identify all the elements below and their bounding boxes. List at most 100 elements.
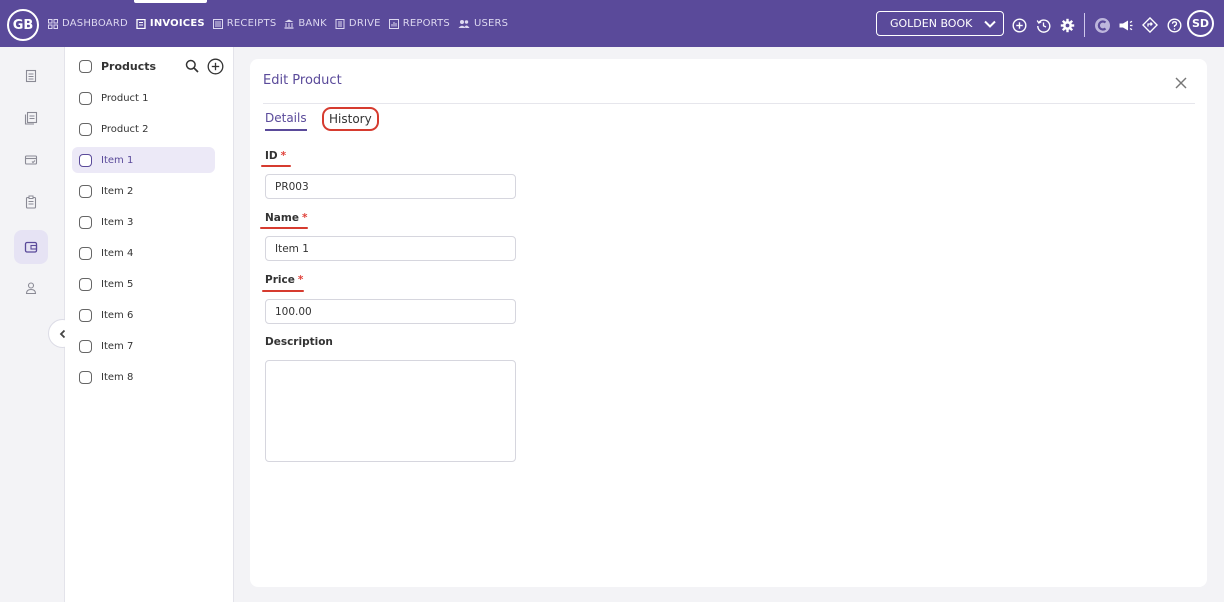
nav-drive[interactable]: DRIVE [335,0,381,47]
brand-c-icon[interactable] [1093,16,1111,34]
list-item-label: Item 7 [101,340,134,352]
price-annotation-underline [262,290,304,292]
item-checkbox[interactable] [79,308,92,322]
nav-dashboard-label: DASHBOARD [62,18,128,29]
list-item[interactable]: Item 3 [72,209,215,235]
megaphone-icon[interactable] [1117,16,1135,34]
gear-icon[interactable] [1058,16,1076,34]
list-item[interactable]: Item 4 [72,240,215,266]
required-mark: * [280,150,287,162]
company-name: GOLDEN BOOK [890,17,973,30]
product-list-panel: Products Product 1 Product 2 Item 1 Item… [65,47,234,602]
nav-invoices-label: INVOICES [149,18,205,29]
price-field[interactable]: 100.00 [265,299,516,324]
description-field[interactable] [265,360,516,462]
list-item[interactable]: Item 6 [72,302,215,328]
name-label-text: Name [265,212,299,224]
rail-products[interactable] [14,230,48,264]
list-item[interactable]: Item 5 [72,271,215,297]
id-field[interactable]: PR003 [265,174,516,199]
tab-history[interactable]: History [322,107,379,131]
rail-invoice[interactable] [14,59,48,93]
required-mark: * [301,212,308,224]
nav-bank-label: BANK [298,18,327,29]
rail-documents[interactable] [14,101,48,135]
list-item-selected[interactable]: Item 1 [72,147,215,173]
name-label: Name * [265,212,307,224]
required-mark: * [297,274,304,286]
nav-invoices[interactable]: INVOICES [133,0,207,47]
nav-reports-label: REPORTS [402,18,450,29]
list-title: Products [101,60,157,73]
price-label-text: Price [265,274,295,286]
rail-contacts[interactable] [14,271,48,305]
nav-dashboard[interactable]: DASHBOARD [48,0,128,47]
item-checkbox[interactable] [79,246,92,260]
app-logo[interactable]: GB [7,9,39,41]
toolbar-icons [1010,13,1183,37]
nav-reports[interactable]: REPORTS [388,0,450,47]
close-icon[interactable] [1174,76,1188,90]
history-icon[interactable] [1034,16,1052,34]
nav-drive-label: DRIVE [348,18,381,29]
invoice-icon [25,69,37,83]
card-icon [24,155,38,165]
nav-users-label: USERS [473,18,509,29]
list-item[interactable]: Product 1 [72,85,215,111]
item-checkbox[interactable] [79,153,92,167]
main-nav: DASHBOARD INVOICES RECEIPTS BANK DRIVE R… [48,0,508,47]
tab-details[interactable]: Details [265,111,307,131]
item-checkbox[interactable] [79,91,92,105]
list-header: Products [79,60,156,73]
receipt-icon [212,18,223,29]
invoice-icon [136,18,146,29]
documents-icon [24,111,38,125]
wallet-icon [24,241,38,253]
list-item-label: Item 3 [101,216,134,228]
rail-payments[interactable] [14,143,48,177]
list-item[interactable]: Item 7 [72,333,215,359]
description-label: Description [265,336,333,348]
nav-receipts-label: RECEIPTS [226,18,277,29]
rail-clipboard[interactable] [14,185,48,219]
list-item-label: Item 5 [101,278,134,290]
list-item-label: Product 2 [101,123,149,135]
list-item[interactable]: Product 2 [72,116,215,142]
add-product-icon[interactable] [207,58,224,75]
nav-users[interactable]: USERS [458,0,508,47]
nav-bank[interactable]: BANK [284,0,327,47]
id-label-text: ID [265,150,278,162]
list-item-label: Product 1 [101,92,149,104]
drive-icon [335,18,345,29]
item-checkbox[interactable] [79,122,92,136]
reports-icon [388,18,399,29]
company-selector[interactable]: GOLDEN BOOK [876,11,1004,36]
select-all-checkbox[interactable] [79,60,92,73]
user-avatar[interactable]: SD [1187,10,1214,37]
add-circle-icon[interactable] [1010,16,1028,34]
list-item-label: Item 2 [101,185,134,197]
help-icon[interactable] [1165,16,1183,34]
list-item-label: Item 8 [101,371,134,383]
page-title: Edit Product [263,73,342,88]
edit-product-card: Edit Product Details History ID * PR003 N… [250,59,1207,587]
item-checkbox[interactable] [79,339,92,353]
directions-icon[interactable] [1141,16,1159,34]
list-item-label: Item 4 [101,247,134,259]
clipboard-icon [25,195,37,209]
list-item[interactable]: Item 2 [72,178,215,204]
top-bar: GB DASHBOARD INVOICES RECEIPTS BANK DRIV… [0,0,1224,47]
name-field[interactable]: Item 1 [265,236,516,261]
nav-receipts[interactable]: RECEIPTS [212,0,277,47]
list-item[interactable]: Item 8 [72,364,215,390]
item-checkbox[interactable] [79,215,92,229]
item-checkbox[interactable] [79,184,92,198]
search-icon[interactable] [185,59,199,73]
price-label: Price * [265,274,303,286]
chevron-down-icon [984,20,996,28]
item-checkbox[interactable] [79,370,92,384]
item-checkbox[interactable] [79,277,92,291]
grid-icon [48,18,58,29]
bank-icon [284,19,294,29]
name-annotation-underline [260,227,308,229]
